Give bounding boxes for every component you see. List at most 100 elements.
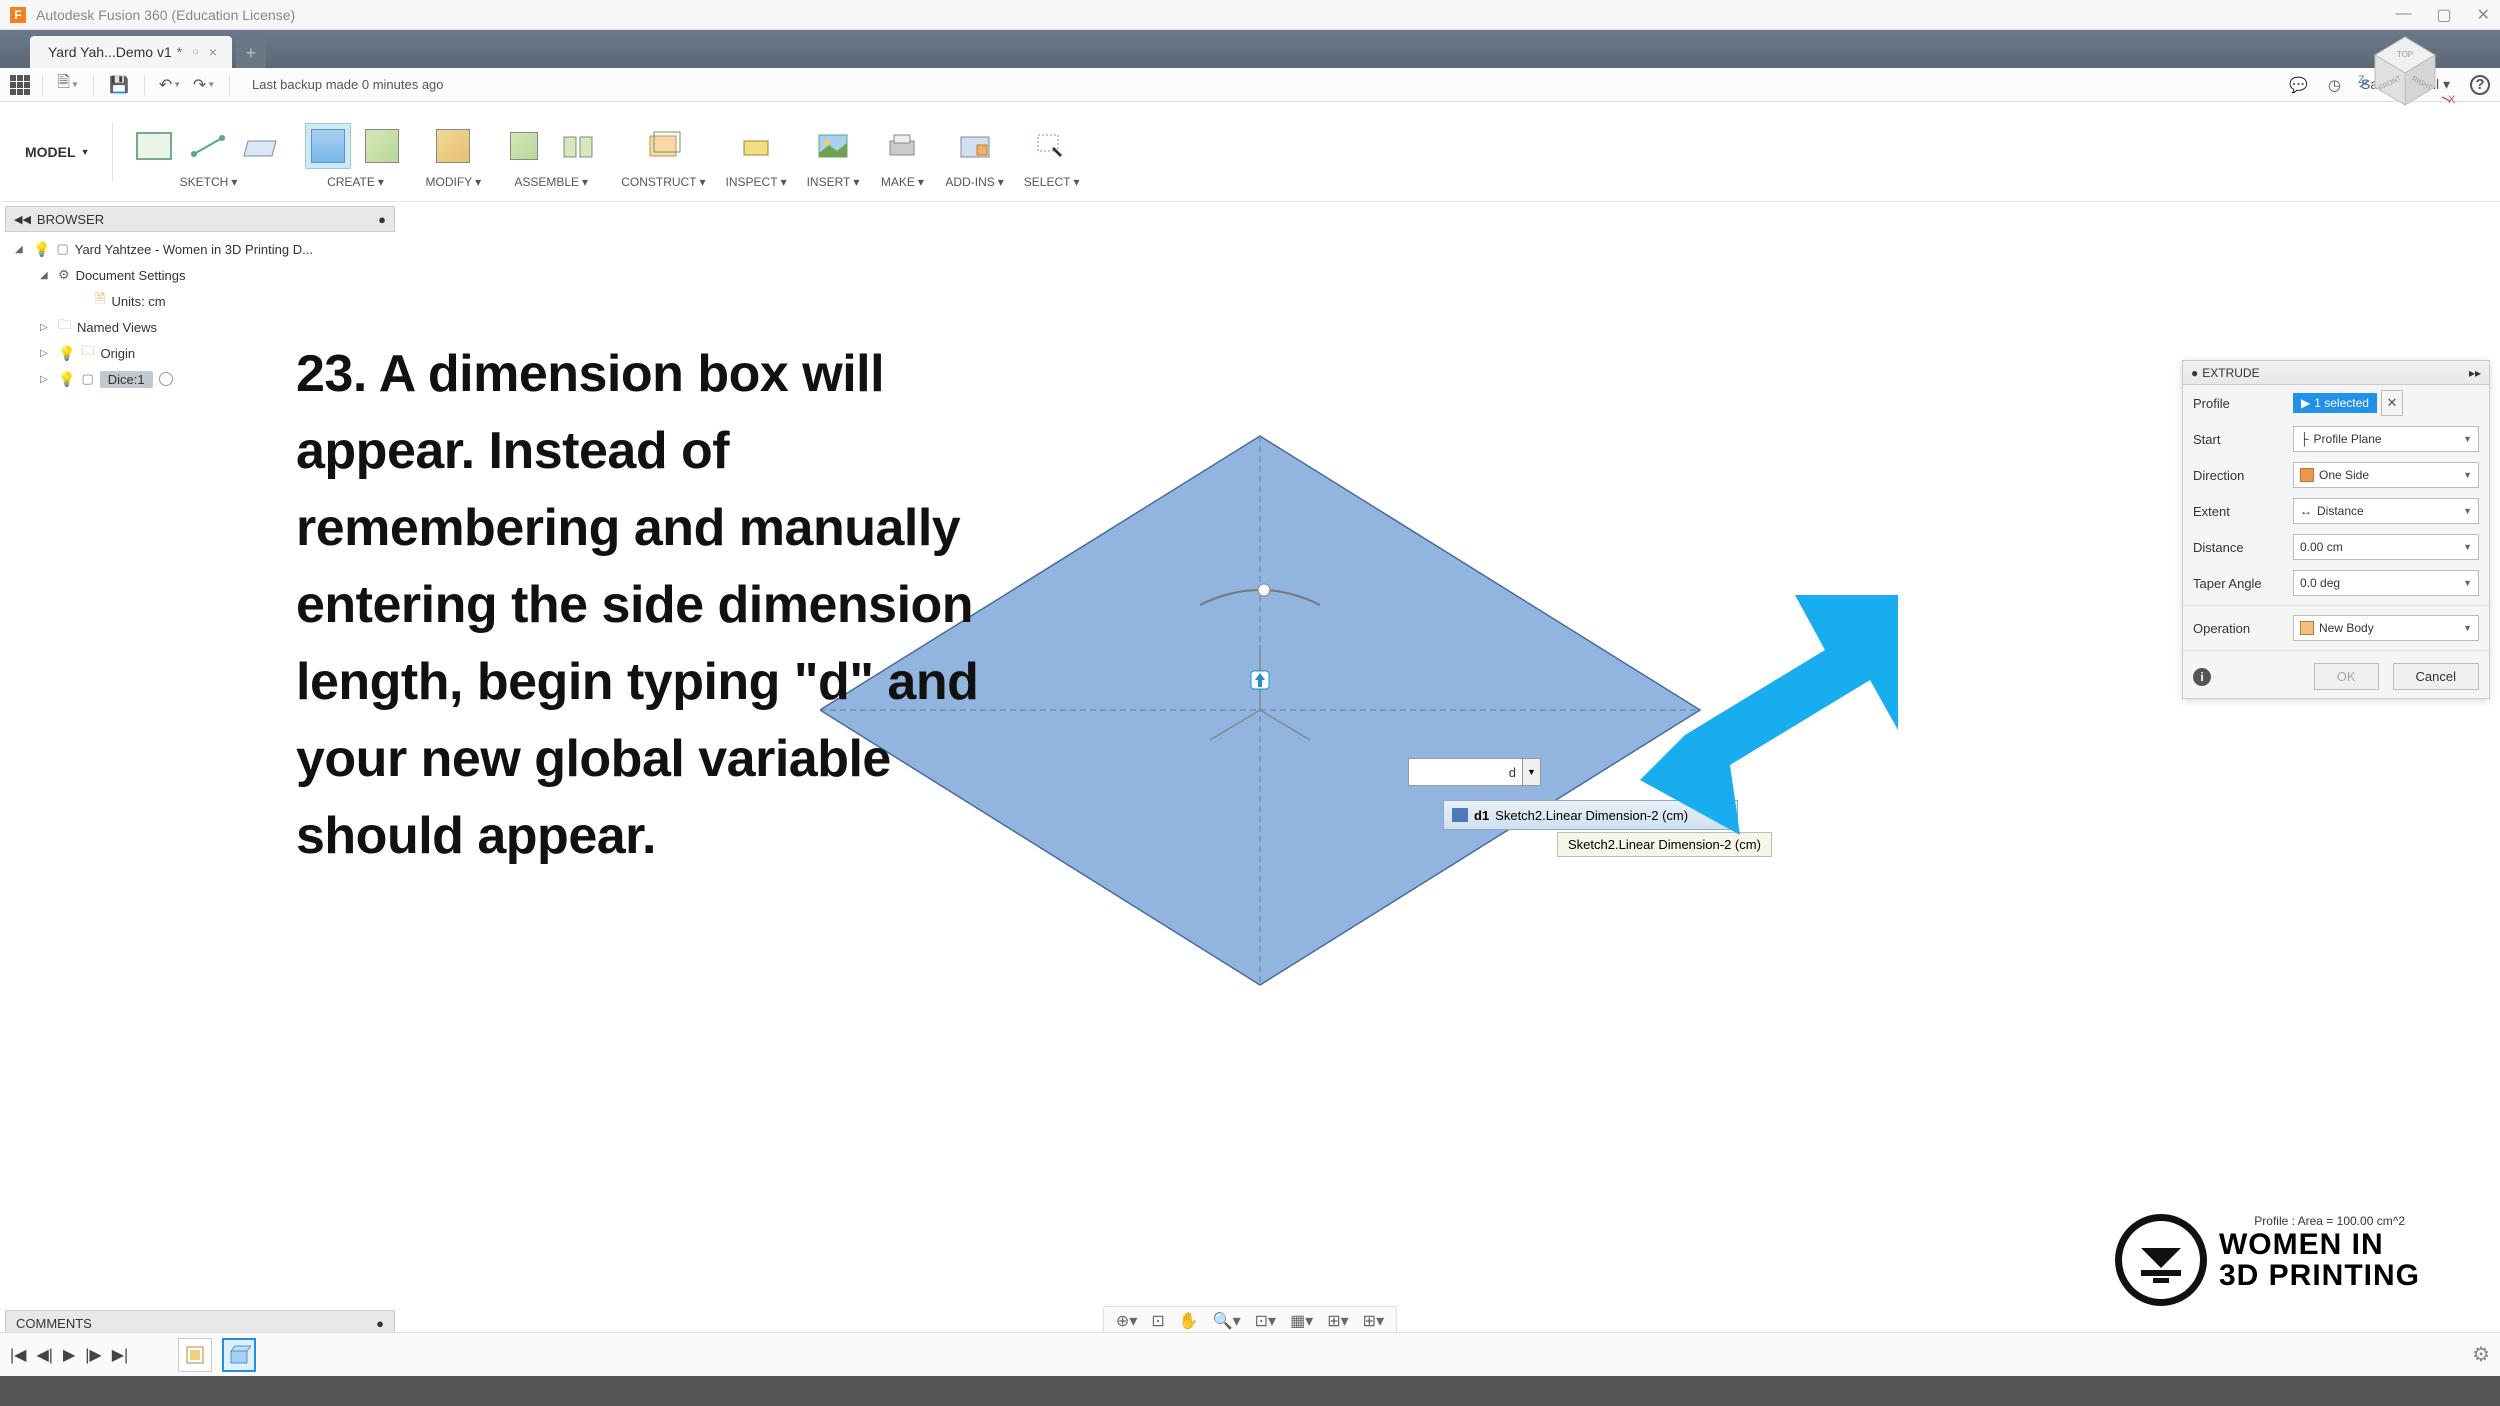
taper-input[interactable]: 0.0 deg▼	[2293, 570, 2479, 596]
dimension-input[interactable]	[1408, 758, 1523, 786]
component-icon: ▢	[81, 371, 93, 387]
press-pull-icon[interactable]	[430, 123, 476, 169]
grid-icon[interactable]: ⊞▾	[1327, 1311, 1348, 1331]
window-titlebar: F Autodesk Fusion 360 (Education License…	[0, 0, 2500, 30]
info-icon[interactable]: i	[2193, 668, 2211, 686]
ok-button[interactable]: OK	[2314, 663, 2379, 690]
instruction-text: 23. A dimension box will appear. Instead…	[296, 336, 996, 875]
svg-text:TOP: TOP	[2397, 50, 2413, 59]
chevron-left-icon[interactable]: ◀◀	[14, 213, 31, 226]
parameter-icon	[1452, 808, 1468, 822]
viewport-icon[interactable]: ⊞▾	[1363, 1311, 1384, 1331]
addins-icon[interactable]	[952, 123, 998, 169]
redo-icon[interactable]: ↷▼	[191, 72, 217, 98]
document-tab[interactable]: Yard Yah...Demo v1 * ○ ×	[30, 36, 232, 68]
close-icon[interactable]: ✕	[2477, 5, 2490, 25]
param-name: d1	[1474, 808, 1489, 823]
file-icon[interactable]: 🗎▼	[55, 72, 81, 98]
operation-dropdown[interactable]: New Body▼	[2293, 615, 2479, 641]
activate-icon[interactable]	[159, 372, 173, 386]
ribbon-label-insert[interactable]: INSERT ▾	[807, 175, 860, 189]
tab-pin-icon[interactable]: ○	[192, 46, 199, 58]
logo-line2: 3D PRINTING	[2219, 1260, 2420, 1292]
autocomplete-tooltip: Sketch2.Linear Dimension-2 (cm)	[1557, 832, 1772, 857]
workspace-selector[interactable]: MODEL ▼	[10, 134, 104, 170]
tree-units[interactable]: 🗎Units: cm	[5, 288, 395, 314]
zoom-icon[interactable]: 🔍▾	[1213, 1311, 1241, 1331]
select-icon[interactable]	[1029, 123, 1075, 169]
women-in-3d-logo: WOMEN IN 3D PRINTING	[2115, 1214, 2420, 1306]
look-at-icon[interactable]: ⊡	[1151, 1311, 1164, 1331]
timeline-start-icon[interactable]: |◀	[10, 1345, 26, 1365]
save-icon[interactable]: 💾	[106, 72, 132, 98]
extensions-icon[interactable]: 💬	[2289, 76, 2308, 94]
gear-icon: ⚙	[58, 267, 70, 283]
ribbon-group-inspect: INSPECT ▾	[716, 114, 797, 189]
extrude-header[interactable]: ● EXTRUDE▸▸	[2183, 361, 2489, 385]
insert-decal-icon[interactable]	[810, 123, 856, 169]
dimension-input-wrap: ▼	[1408, 758, 1541, 786]
browser-settings-icon[interactable]: ●	[378, 212, 386, 227]
tab-close-icon[interactable]: ×	[209, 44, 217, 60]
lightbulb-icon[interactable]: 💡	[33, 241, 50, 258]
profile-selection[interactable]: ▶ 1 selected	[2293, 393, 2377, 413]
lightbulb-icon[interactable]: 💡	[58, 371, 75, 388]
job-status-icon[interactable]: ◷	[2328, 76, 2341, 94]
bottom-strip	[0, 1376, 2500, 1406]
assemble-icon-2[interactable]	[555, 123, 601, 169]
clear-selection-icon[interactable]: ✕	[2381, 390, 2403, 416]
sketch-line-icon[interactable]	[185, 123, 231, 169]
pan-icon[interactable]: ✋	[1179, 1311, 1199, 1331]
timeline-prev-icon[interactable]: ◀|	[36, 1345, 52, 1365]
ribbon-label-inspect[interactable]: INSPECT ▾	[726, 175, 787, 189]
start-dropdown[interactable]: ├Profile Plane▼	[2293, 426, 2479, 452]
data-panel-icon[interactable]	[10, 75, 30, 95]
quick-access-toolbar: 🗎▼ 💾 ↶▼ ↷▼ Last backup made 0 minutes ag…	[0, 68, 2500, 102]
lightbulb-icon[interactable]: 💡	[58, 345, 75, 362]
viewcube[interactable]: TOP FRONT RIGHT Z X	[2350, 15, 2460, 125]
ribbon-label-create[interactable]: CREATE ▾	[327, 175, 384, 189]
undo-icon[interactable]: ↶▼	[157, 72, 183, 98]
ribbon-label-assemble[interactable]: ASSEMBLE ▾	[514, 175, 588, 189]
page-icon: 🗎	[95, 290, 105, 312]
dimension-dropdown-icon[interactable]: ▼	[1523, 758, 1541, 786]
timeline-end-icon[interactable]: ▶|	[112, 1345, 128, 1365]
measure-icon[interactable]	[733, 123, 779, 169]
timeline-play-icon[interactable]: ▶	[63, 1345, 75, 1365]
ribbon-group-addins: ADD-INS ▾	[935, 114, 1013, 189]
create-box-icon[interactable]	[359, 123, 405, 169]
distance-input[interactable]: 0.00 cm▼	[2293, 534, 2479, 560]
sketch-plane-icon[interactable]	[239, 123, 285, 169]
ribbon-label-construct[interactable]: CONSTRUCT ▾	[621, 175, 705, 189]
start-label: Start	[2193, 432, 2293, 447]
assemble-icon-1[interactable]	[501, 123, 547, 169]
cancel-button[interactable]: Cancel	[2393, 663, 2479, 690]
print-icon[interactable]	[879, 123, 925, 169]
extrude-icon[interactable]	[305, 123, 351, 169]
direction-dropdown[interactable]: One Side▼	[2293, 462, 2479, 488]
ribbon-label-sketch[interactable]: SKETCH ▾	[180, 175, 238, 189]
timeline-settings-icon[interactable]: ⚙	[2472, 1342, 2490, 1367]
tab-modified-indicator: *	[177, 44, 182, 60]
browser-header[interactable]: ◀◀ BROWSER ●	[5, 206, 395, 232]
ribbon-label-addins[interactable]: ADD-INS ▾	[945, 175, 1003, 189]
construct-plane-icon[interactable]	[640, 123, 686, 169]
direction-label: Direction	[2193, 468, 2293, 483]
display-icon[interactable]: ▦▾	[1290, 1311, 1313, 1331]
ribbon-label-modify[interactable]: MODIFY ▾	[425, 175, 481, 189]
sketch-rect-icon[interactable]	[131, 123, 177, 169]
timeline-item-extrude[interactable]	[222, 1338, 256, 1372]
document-tabbar: Yard Yah...Demo v1 * ○ × +	[0, 30, 2500, 68]
timeline-item-sketch[interactable]	[178, 1338, 212, 1372]
ribbon-label-make[interactable]: MAKE ▾	[881, 175, 924, 189]
new-tab-button[interactable]: +	[236, 38, 266, 68]
tree-root[interactable]: ◢💡▢Yard Yahtzee - Women in 3D Printing D…	[5, 236, 395, 262]
timeline-next-icon[interactable]: |▶	[85, 1345, 101, 1365]
orbit-icon[interactable]: ⊕▾	[1116, 1311, 1137, 1331]
extrude-panel: ● EXTRUDE▸▸ Profile ▶ 1 selected ✕ Start…	[2182, 360, 2490, 699]
ribbon-label-select[interactable]: SELECT ▾	[1024, 175, 1080, 189]
tree-doc-settings[interactable]: ◢⚙Document Settings	[5, 262, 395, 288]
extent-dropdown[interactable]: ↔Distance▼	[2293, 498, 2479, 524]
fit-icon[interactable]: ⊡▾	[1255, 1311, 1276, 1331]
help-icon[interactable]: ?	[2470, 75, 2490, 95]
